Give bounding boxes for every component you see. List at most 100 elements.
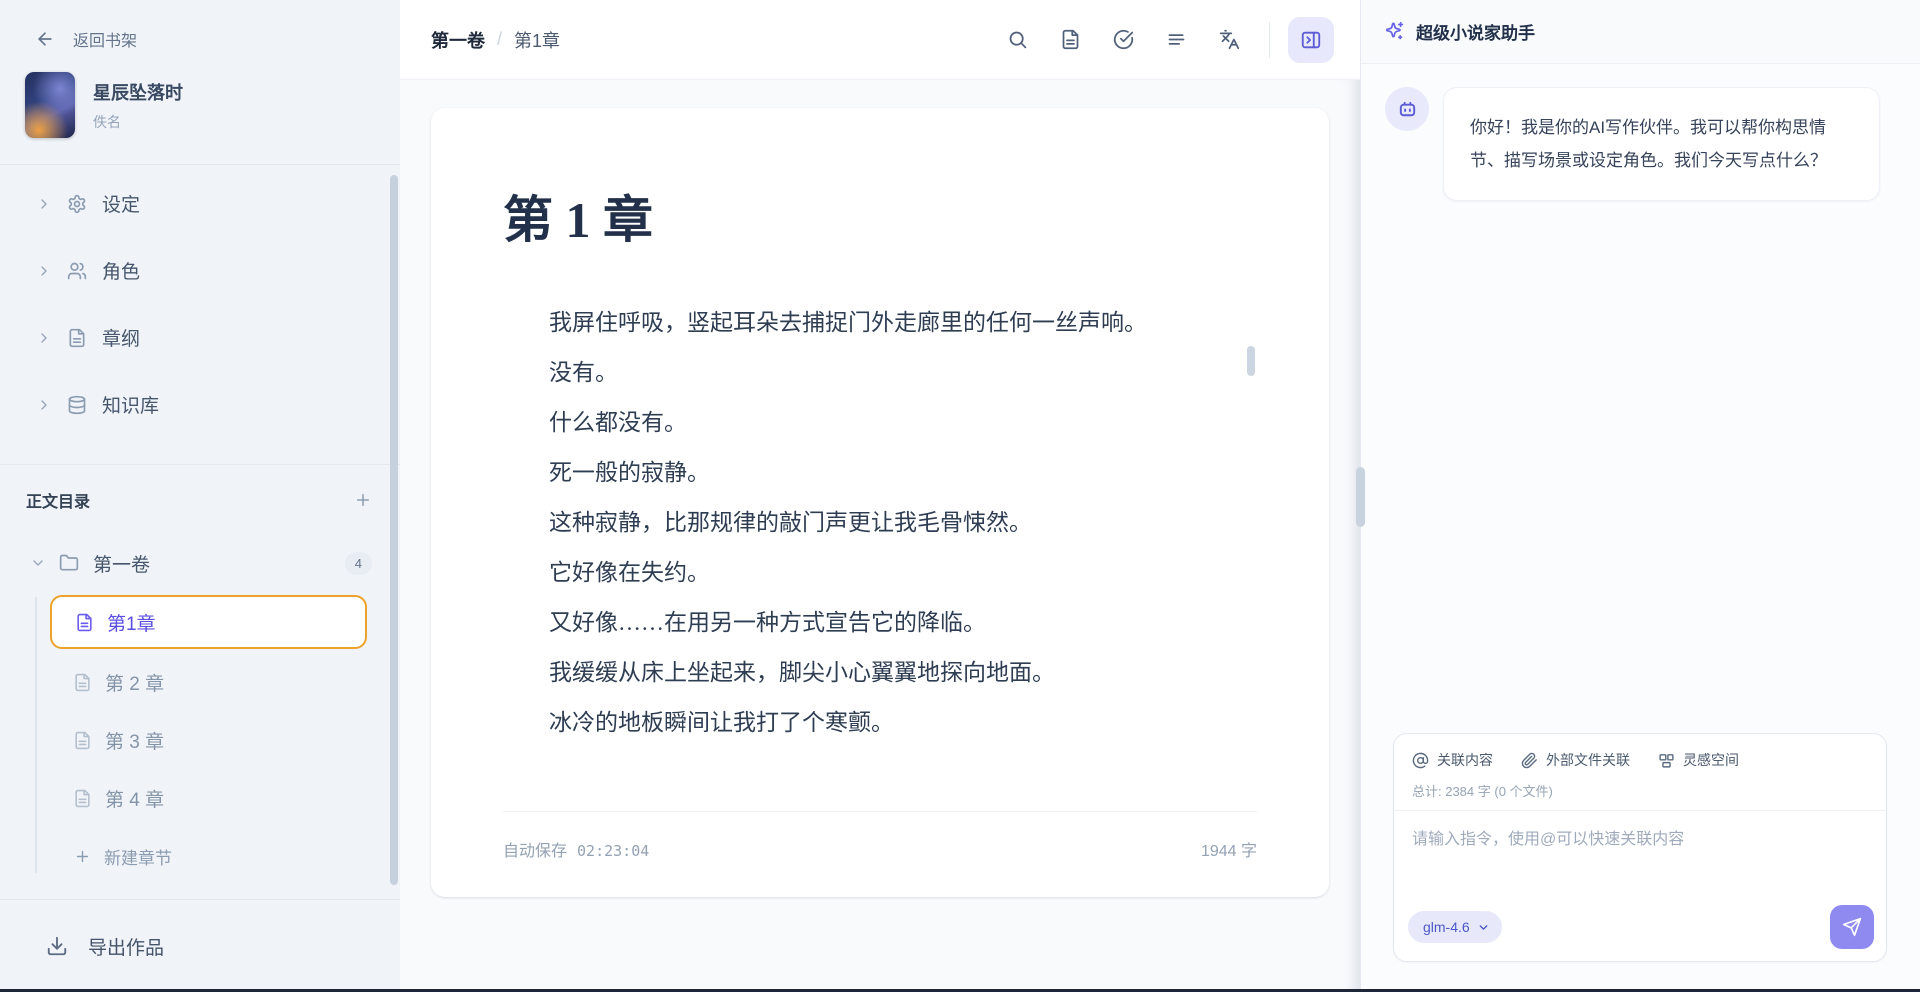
book-title: 星辰坠落时 [93,79,183,105]
autosave-time: 02:23:04 [577,842,649,860]
new-chapter-label: 新建章节 [104,844,172,869]
link-content-button[interactable]: 关联内容 [1412,750,1493,770]
chapter-count-badge: 4 [345,552,372,575]
editor-area: 第一卷 / 第1章 [400,0,1360,992]
search-icon [1007,29,1028,50]
send-button[interactable] [1830,905,1874,949]
tree-item-chapter-1[interactable]: 第1章 [50,595,367,649]
tool-label: 外部文件关联 [1546,750,1630,770]
chapter-title[interactable]: 第 1 章 [503,180,1257,252]
arrow-left-icon [35,29,55,49]
sidebar-nav: 设定 角色 章纲 知识库 [0,165,400,438]
composer-bottom: glm-4.6 [1394,897,1886,961]
chapter-label: 第 4 章 [105,785,164,812]
inspiration-space-button[interactable]: 灵感空间 [1658,750,1739,770]
file-text-icon [73,673,92,692]
tool-label: 关联内容 [1437,750,1493,770]
proofread-button[interactable] [1101,18,1145,62]
tree-item-chapter-4[interactable]: 第 4 章 [50,773,367,823]
tool-label: 灵感空间 [1683,750,1739,770]
back-to-shelf-label: 返回书架 [73,27,137,51]
paperclip-icon [1521,752,1538,769]
layout-grid-icon [1658,752,1675,769]
plus-icon [74,848,91,865]
tree-item-chapter-3[interactable]: 第 3 章 [50,715,367,765]
panel-resize-handle[interactable] [1356,467,1365,527]
document-button[interactable] [1048,18,1092,62]
tree-item-volume-1[interactable]: 第一卷 4 [0,535,400,591]
chevron-right-icon [36,196,52,212]
sidebar-item-label: 章纲 [102,324,140,351]
add-volume-button[interactable] [350,487,376,513]
editor-scrollbar[interactable] [1247,346,1255,376]
chevron-right-icon [36,397,52,413]
paragraph[interactable]: 死一般的寂静。 [503,448,1257,498]
editor-toolbar [995,17,1334,63]
chevron-right-icon [36,330,52,346]
word-count: 1944 字 [1201,837,1257,897]
robot-icon [1396,98,1419,121]
assistant-avatar [1385,87,1429,131]
editor-page[interactable]: 第 1 章 我屏住呼吸，竖起耳朵去捕捉门外走廊里的任何一丝声响。 没有。 什么都… [431,108,1329,897]
sidebar-item-characters[interactable]: 角色 [0,237,400,304]
file-text-icon [67,328,87,348]
align-button[interactable] [1154,18,1198,62]
chevron-down-icon [1477,921,1490,934]
attach-file-button[interactable]: 外部文件关联 [1521,750,1630,770]
assistant-title: 超级小说家助手 [1416,19,1535,44]
chevron-right-icon [36,263,52,279]
model-name: glm-4.6 [1423,919,1470,935]
chapter-label: 第 3 章 [105,727,164,754]
folder-icon [59,553,79,573]
new-chapter-button[interactable]: 新建章节 [50,831,400,881]
sidebar-item-settings[interactable]: 设定 [0,170,400,237]
composer-tools: 关联内容 外部文件关联 灵感空间 [1394,734,1886,770]
chapter-body[interactable]: 我屏住呼吸，竖起耳朵去捕捉门外走廊里的任何一丝声响。 没有。 什么都没有。 死一… [503,298,1257,748]
file-text-icon [73,731,92,750]
book-author: 佚名 [93,112,183,132]
search-button[interactable] [995,18,1039,62]
assistant-panel-toggle-button[interactable] [1288,17,1334,63]
chevron-down-icon [30,555,46,571]
paragraph[interactable]: 它好像在失约。 [503,548,1257,598]
file-text-icon [73,789,92,808]
sidebar-item-outline[interactable]: 章纲 [0,304,400,371]
editor-header: 第一卷 / 第1章 [400,0,1360,80]
breadcrumb-chapter[interactable]: 第1章 [514,27,560,53]
paragraph[interactable]: 我屏住呼吸，竖起耳朵去捕捉门外走廊里的任何一丝声响。 [503,298,1257,348]
paragraph[interactable]: 什么都没有。 [503,398,1257,448]
align-left-icon [1166,29,1187,50]
autosave-status: 自动保存 02:23:04 [503,837,649,897]
breadcrumb-separator: / [497,29,502,50]
paragraph[interactable]: 我缓缓从床上坐起来，脚尖小心翼翼地探向地面。 [503,648,1257,698]
chapter-tree: 第一卷 4 第1章 第 2 章 第 3 章 第 4 章 [0,513,400,899]
paragraph[interactable]: 冰冷的地板瞬间让我打了个寒颤。 [503,698,1257,748]
paragraph[interactable]: 又好像……在用另一种方式宣告它的降临。 [503,598,1257,648]
paragraph[interactable]: 这种寂静，比那规律的敲门声更让我毛骨悚然。 [503,498,1257,548]
breadcrumb-volume[interactable]: 第一卷 [431,27,485,53]
translate-button[interactable] [1207,18,1251,62]
volume-children: 第1章 第 2 章 第 3 章 第 4 章 新建章节 [0,595,400,881]
tree-item-chapter-2[interactable]: 第 2 章 [50,657,367,707]
prompt-input[interactable] [1394,811,1886,897]
autosave-label: 自动保存 [503,837,567,861]
sidebar-item-label: 角色 [102,257,140,284]
at-sign-icon [1412,752,1429,769]
breadcrumb: 第一卷 / 第1章 [431,27,560,53]
sidebar-item-knowledge-base[interactable]: 知识库 [0,371,400,438]
export-book-button[interactable]: 导出作品 [0,900,400,992]
context-total: 总计: 2384 字 (0 个文件) [1394,770,1886,811]
database-icon [67,395,87,415]
sidebar-scrollbar[interactable] [390,175,398,885]
assistant-header: 超级小说家助手 [1361,0,1920,64]
back-to-shelf-button[interactable]: 返回书架 [0,0,400,51]
assistant-message: 你好！我是你的AI写作伙伴。我可以帮你构思情节、描写场景或设定角色。我们今天写点… [1443,87,1880,201]
sidebar-bottom: 导出作品 [0,899,400,992]
paragraph[interactable]: 没有。 [503,348,1257,398]
languages-icon [1219,29,1240,50]
book-cover[interactable] [25,72,75,138]
export-label: 导出作品 [88,933,164,960]
book-info: 星辰坠落时 佚名 [0,51,400,138]
model-selector[interactable]: glm-4.6 [1408,911,1502,943]
toolbar-divider [1269,22,1270,58]
